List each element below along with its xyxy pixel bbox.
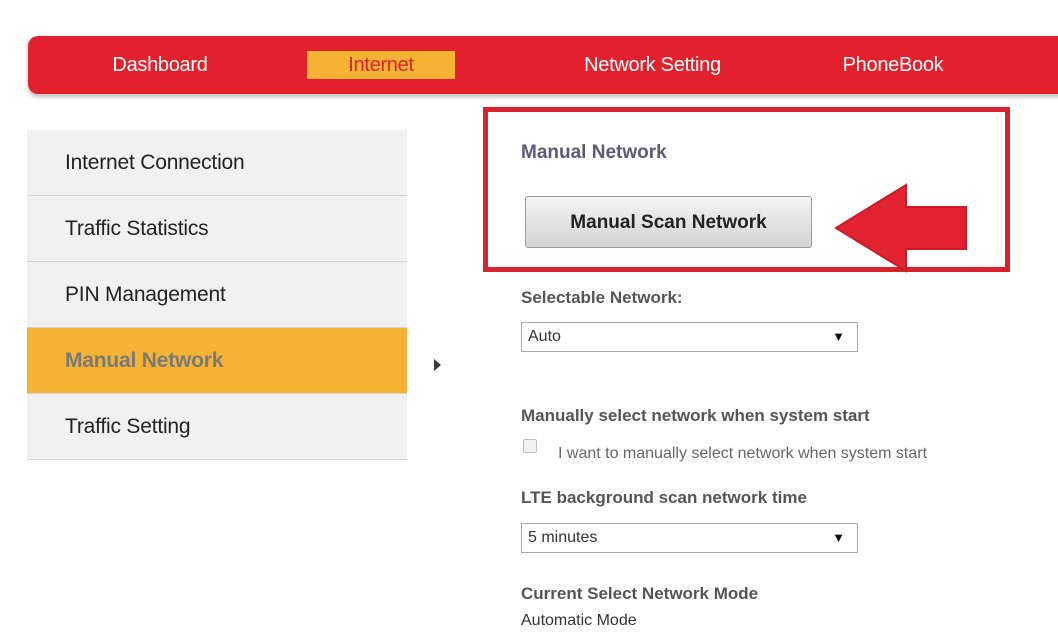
nav-tab-dashboard[interactable]: Dashboard <box>100 51 220 79</box>
selectable-network-label: Selectable Network: <box>521 288 683 307</box>
sidebar-item-traffic-setting[interactable]: Traffic Setting <box>27 394 407 460</box>
lte-scan-time-value: 5 minutes <box>528 529 598 546</box>
current-mode-label: Current Select Network Mode <box>521 584 759 603</box>
sidebar-item-internet-connection[interactable]: Internet Connection <box>27 130 407 196</box>
selectable-network-select[interactable]: Auto ▼ <box>521 322 858 352</box>
manual-select-label: Manually select network when system star… <box>521 406 870 425</box>
sidebar-item-traffic-statistics[interactable]: Traffic Statistics <box>27 196 407 262</box>
manual-select-checkbox[interactable] <box>523 439 537 453</box>
nav-tab-network-setting[interactable]: Network Setting <box>560 51 745 79</box>
selectable-network-value: Auto <box>528 328 561 345</box>
nav-tab-internet[interactable]: Internet <box>307 51 455 79</box>
sidebar: Internet Connection Traffic Statistics P… <box>27 130 407 460</box>
sidebar-item-manual-network[interactable]: Manual Network <box>27 328 407 394</box>
top-nav-bar: Dashboard Internet Network Setting Phone… <box>28 36 1058 94</box>
nav-tab-phonebook[interactable]: PhoneBook <box>823 51 963 79</box>
manual-select-checkbox-label: I want to manually select network when s… <box>558 445 928 462</box>
lte-scan-time-label: LTE background scan network time <box>521 488 807 507</box>
manual-scan-network-button[interactable]: Manual Scan Network <box>525 196 812 248</box>
left-arrow-icon <box>834 183 967 273</box>
dropdown-caret-icon: ▼ <box>832 530 845 545</box>
section-title: Manual Network <box>521 142 667 163</box>
current-mode-value: Automatic Mode <box>521 612 637 629</box>
lte-scan-time-select[interactable]: 5 minutes ▼ <box>521 523 858 553</box>
sidebar-item-pin-management[interactable]: PIN Management <box>27 262 407 328</box>
active-pointer-icon <box>434 359 441 371</box>
dropdown-caret-icon: ▼ <box>832 329 845 344</box>
